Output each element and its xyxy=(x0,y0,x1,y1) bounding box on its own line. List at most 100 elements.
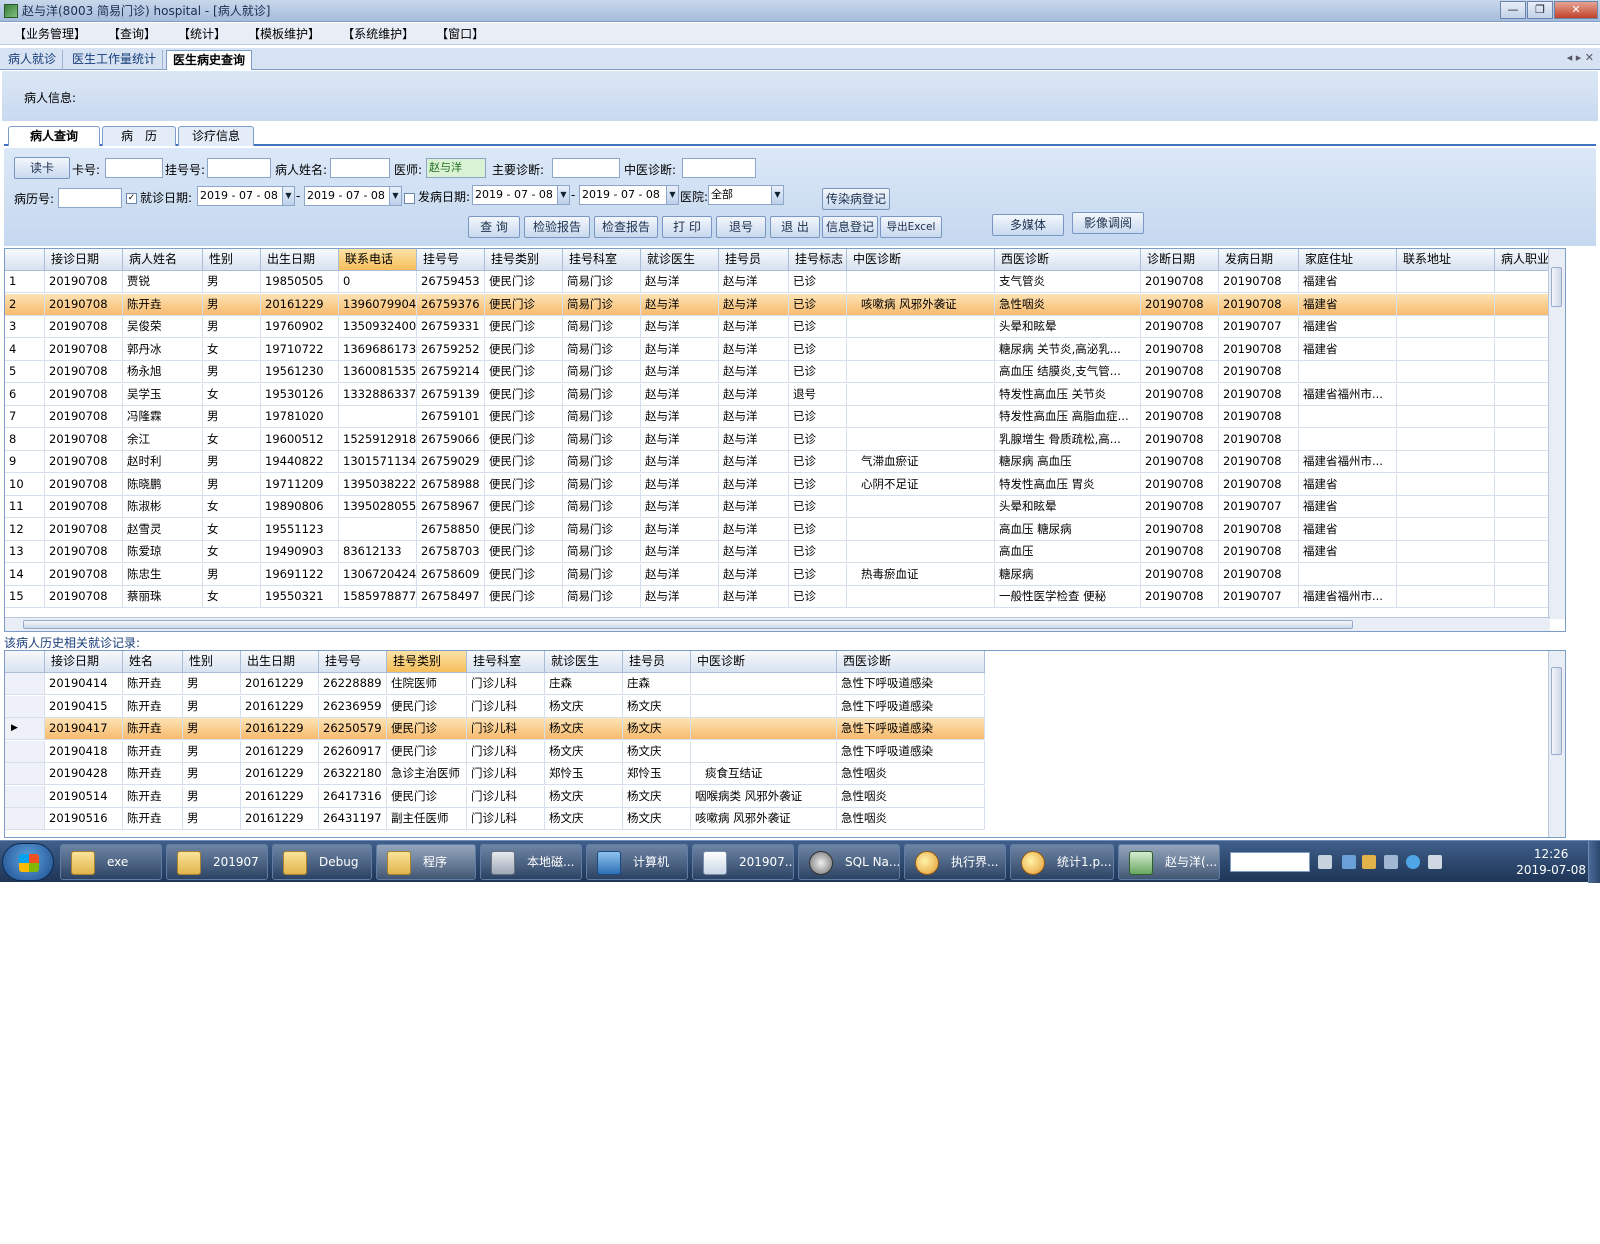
info-register-button[interactable]: 信息登记 xyxy=(822,216,878,238)
table-cell[interactable] xyxy=(1495,541,1550,563)
table-cell[interactable]: 糖尿病 高血压 xyxy=(995,451,1141,473)
table-cell[interactable]: 简易门诊 xyxy=(563,518,641,541)
table-cell[interactable]: 20190708 xyxy=(1219,563,1299,586)
table-cell[interactable]: 20190708 xyxy=(45,316,123,338)
taskbar-item[interactable]: 统计1.p... xyxy=(1010,844,1114,880)
table-cell[interactable]: 咳嗽病 风邪外袭证 xyxy=(847,293,995,316)
tab-doctor-history[interactable]: 医生病史查询 xyxy=(166,50,253,70)
table-cell[interactable]: 26759066 xyxy=(417,428,485,451)
taskbar-item[interactable]: 赵与洋(... xyxy=(1118,844,1220,880)
table-cell[interactable]: 高血压 xyxy=(995,541,1141,563)
table-cell[interactable]: 杨文庆 xyxy=(623,740,691,763)
vertical-scrollbar[interactable] xyxy=(1548,651,1565,837)
table-cell[interactable]: 杨永旭 xyxy=(123,361,203,383)
table-cell[interactable]: 13950280557 xyxy=(339,496,417,518)
row-header[interactable] xyxy=(5,740,45,763)
table-cell[interactable]: 赵与洋 xyxy=(719,406,789,428)
table-cell[interactable]: 20190516 xyxy=(45,808,123,830)
table-cell[interactable] xyxy=(1495,293,1550,316)
onset-date-checkbox[interactable] xyxy=(404,193,415,204)
table-cell[interactable]: 20190708 xyxy=(1141,496,1219,518)
taskbar-item[interactable]: 本地磁... xyxy=(480,844,582,880)
table-cell[interactable]: 福建省 xyxy=(1299,316,1397,338)
hospital-select[interactable]: 全部 ▼ xyxy=(708,185,784,205)
table-cell[interactable] xyxy=(1495,383,1550,406)
row-header[interactable]: ▶ xyxy=(5,718,45,740)
table-cell[interactable]: 便民门诊 xyxy=(485,473,563,496)
table-cell[interactable]: 门诊儿科 xyxy=(467,740,545,763)
table-cell[interactable]: 男 xyxy=(203,563,261,586)
table-cell[interactable]: 13509324007 xyxy=(339,316,417,338)
table-cell[interactable] xyxy=(1397,361,1495,383)
visit-date-to-picker[interactable]: 2019 - 07 - 08 ▼ xyxy=(304,186,402,206)
table-cell[interactable]: 20190708 xyxy=(1219,406,1299,428)
table-cell[interactable]: 20190414 xyxy=(45,673,123,695)
column-header[interactable]: 西医诊断 xyxy=(995,249,1141,271)
table-cell[interactable]: 13960799045 xyxy=(339,293,417,316)
table-cell[interactable]: 女 xyxy=(203,338,261,361)
table-cell[interactable]: 20190708 xyxy=(45,451,123,473)
table-cell[interactable] xyxy=(339,406,417,428)
table-cell[interactable]: 陈开垚 xyxy=(123,695,183,718)
table-cell[interactable] xyxy=(1495,316,1550,338)
table-cell[interactable]: 19561230 xyxy=(261,361,339,383)
table-cell[interactable]: 15859788778 xyxy=(339,586,417,608)
exit-button[interactable]: 退 出 xyxy=(770,216,820,238)
table-cell[interactable]: 赵与洋 xyxy=(719,563,789,586)
table-cell[interactable]: 急性下呼吸道感染 xyxy=(837,695,985,718)
table-cell[interactable]: 20161229 xyxy=(241,673,319,695)
row-header[interactable] xyxy=(5,695,45,718)
table-cell[interactable]: 20190708 xyxy=(45,406,123,428)
table-cell[interactable] xyxy=(1397,406,1495,428)
table-cell[interactable]: 20190708 xyxy=(1219,271,1299,293)
table-cell[interactable]: 赵与洋 xyxy=(719,316,789,338)
table-cell[interactable]: 郑怜玉 xyxy=(623,763,691,785)
infectious-disease-register-button[interactable]: 传染病登记 xyxy=(822,188,890,210)
table-cell[interactable]: 已诊 xyxy=(789,473,847,496)
table-cell[interactable] xyxy=(691,695,837,718)
table-cell[interactable]: 简易门诊 xyxy=(563,361,641,383)
close-button[interactable]: ✕ xyxy=(1554,1,1598,19)
table-cell[interactable]: 20190707 xyxy=(1219,496,1299,518)
table-cell[interactable]: 20190708 xyxy=(1219,293,1299,316)
table-cell[interactable]: 便民门诊 xyxy=(485,563,563,586)
table-cell[interactable]: 门诊儿科 xyxy=(467,808,545,830)
table-cell[interactable] xyxy=(847,541,995,563)
table-cell[interactable]: 19440822 xyxy=(261,451,339,473)
query-button[interactable]: 查 询 xyxy=(468,216,520,238)
table-cell[interactable]: 男 xyxy=(183,808,241,830)
table-cell[interactable]: 郑怜玉 xyxy=(545,763,623,785)
table-cell[interactable] xyxy=(1397,316,1495,338)
table-cell[interactable]: 福建省 xyxy=(1299,496,1397,518)
column-header[interactable]: 联系地址 xyxy=(1397,249,1495,271)
taskbar-item[interactable]: 计算机 xyxy=(586,844,688,880)
table-cell[interactable]: 20161229 xyxy=(241,718,319,740)
table-cell[interactable]: 简易门诊 xyxy=(563,563,641,586)
table-cell[interactable]: 26758850 xyxy=(417,518,485,541)
table-cell[interactable] xyxy=(1495,518,1550,541)
table-cell[interactable]: 赵雪灵 xyxy=(123,518,203,541)
column-header[interactable]: 出生日期 xyxy=(241,651,319,673)
table-cell[interactable]: 杨文庆 xyxy=(545,695,623,718)
table-cell[interactable]: 赵与洋 xyxy=(641,518,719,541)
table-cell[interactable] xyxy=(847,406,995,428)
row-number[interactable]: 6 xyxy=(5,383,45,406)
table-cell[interactable]: 急性下呼吸道感染 xyxy=(837,673,985,695)
table-cell[interactable]: 20190708 xyxy=(45,496,123,518)
table-cell[interactable]: 简易门诊 xyxy=(563,338,641,361)
table-cell[interactable]: 男 xyxy=(203,473,261,496)
table-cell[interactable] xyxy=(1397,293,1495,316)
column-header[interactable]: 姓名 xyxy=(123,651,183,673)
table-cell[interactable]: 赵与洋 xyxy=(641,293,719,316)
column-header[interactable]: 中医诊断 xyxy=(847,249,995,271)
table-cell[interactable]: 副主任医师 xyxy=(387,808,467,830)
table-cell[interactable]: 特发性高血压 高脂血症... xyxy=(995,406,1141,428)
table-cell[interactable]: 便民门诊 xyxy=(485,271,563,293)
table-cell[interactable]: 赵与洋 xyxy=(719,383,789,406)
table-cell[interactable] xyxy=(1397,271,1495,293)
column-header[interactable]: 出生日期 xyxy=(261,249,339,271)
table-cell[interactable]: 20190708 xyxy=(45,271,123,293)
row-header[interactable] xyxy=(5,673,45,695)
table-cell[interactable]: 已诊 xyxy=(789,496,847,518)
taskbar-item[interactable]: Debug xyxy=(272,844,372,880)
